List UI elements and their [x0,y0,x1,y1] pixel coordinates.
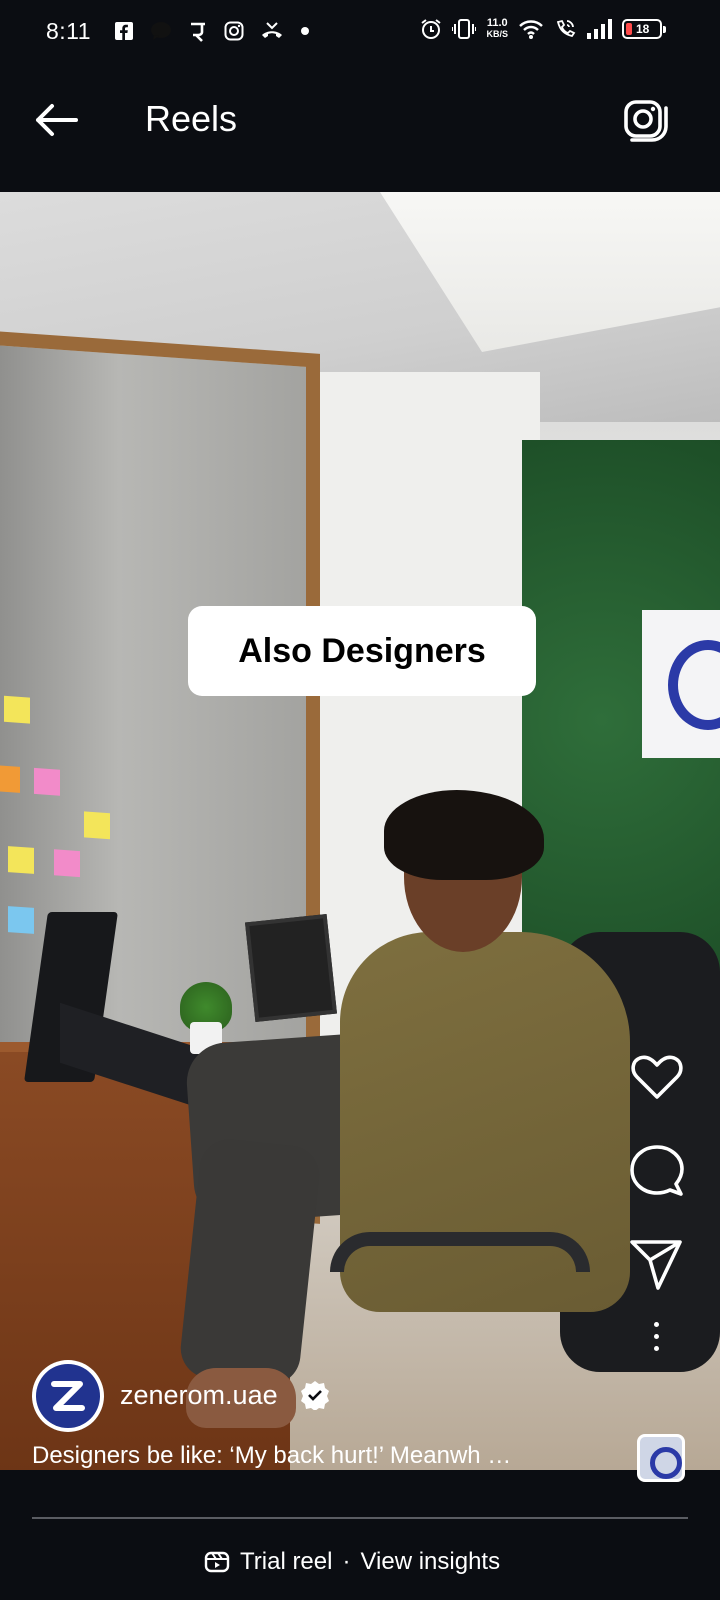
arrow-left-icon[interactable] [30,94,82,146]
action-rail [628,1048,686,1356]
reel-caption[interactable]: Designers be like: ‘My back hurt!’ Meanw… [32,1442,612,1470]
trial-reel-icon [204,1551,230,1573]
comment-icon[interactable] [628,1142,686,1200]
wifi-calling-icon [556,19,576,38]
system-icons: 11.0 KB/S 18 [420,18,666,40]
notification-icons [114,20,310,42]
vibrate-icon [452,19,477,39]
sticky-note [8,906,34,934]
net-speed-unit: KB/S [486,29,508,39]
page-title: Reels [145,98,238,139]
sticky-note [0,765,20,793]
send-icon[interactable] [628,1236,686,1294]
chat-bubble-icon [151,22,171,40]
dot-icon [301,27,309,35]
author-username[interactable]: zenerom.uae [120,1380,278,1411]
video-logo-sign [642,610,720,758]
missed-call-icon [262,22,282,38]
network-speed: 11.0 KB/S [486,18,508,40]
net-speed-value: 11.0 [486,17,508,29]
sticky-note [8,846,34,874]
sticky-note [34,767,60,796]
sticky-note [4,695,30,724]
audio-thumbnail[interactable] [637,1434,685,1482]
video-chair-arm [330,1232,590,1272]
separator: · [342,1548,351,1575]
divider [32,1517,688,1519]
reel-video[interactable]: Also Designers [0,192,720,1470]
facebook-icon [115,22,133,40]
wifi-icon [519,20,543,39]
camera-icon[interactable] [622,96,670,144]
clock: 8:11 [46,18,92,44]
reel-text-overlay: Also Designers [188,606,536,696]
video-tablet [244,913,338,1023]
instagram-icon [224,21,244,41]
avatar[interactable] [32,1360,104,1432]
battery-icon: 18 [622,19,666,39]
sticky-note [84,811,110,840]
signal-icon [587,19,612,39]
sticky-note [54,849,80,878]
top-bar: Reels [0,64,720,192]
zenerom-logo-icon [51,1381,85,1411]
more-icon[interactable] [652,1322,662,1356]
pe-icon [191,22,205,42]
verified-badge-icon [301,1381,329,1410]
view-insights-link[interactable]: View insights [360,1548,500,1576]
bottom-panel [0,1470,720,1600]
trial-reel-label: Trial reel [240,1548,333,1575]
heart-icon[interactable] [628,1048,686,1106]
status-bar: 8:11 11.0 KB/S 18 [0,0,720,64]
alarm-icon [421,19,442,39]
video-person-leg [177,1136,323,1388]
trial-reel-bar[interactable]: Trial reel · View insights [204,1548,500,1576]
